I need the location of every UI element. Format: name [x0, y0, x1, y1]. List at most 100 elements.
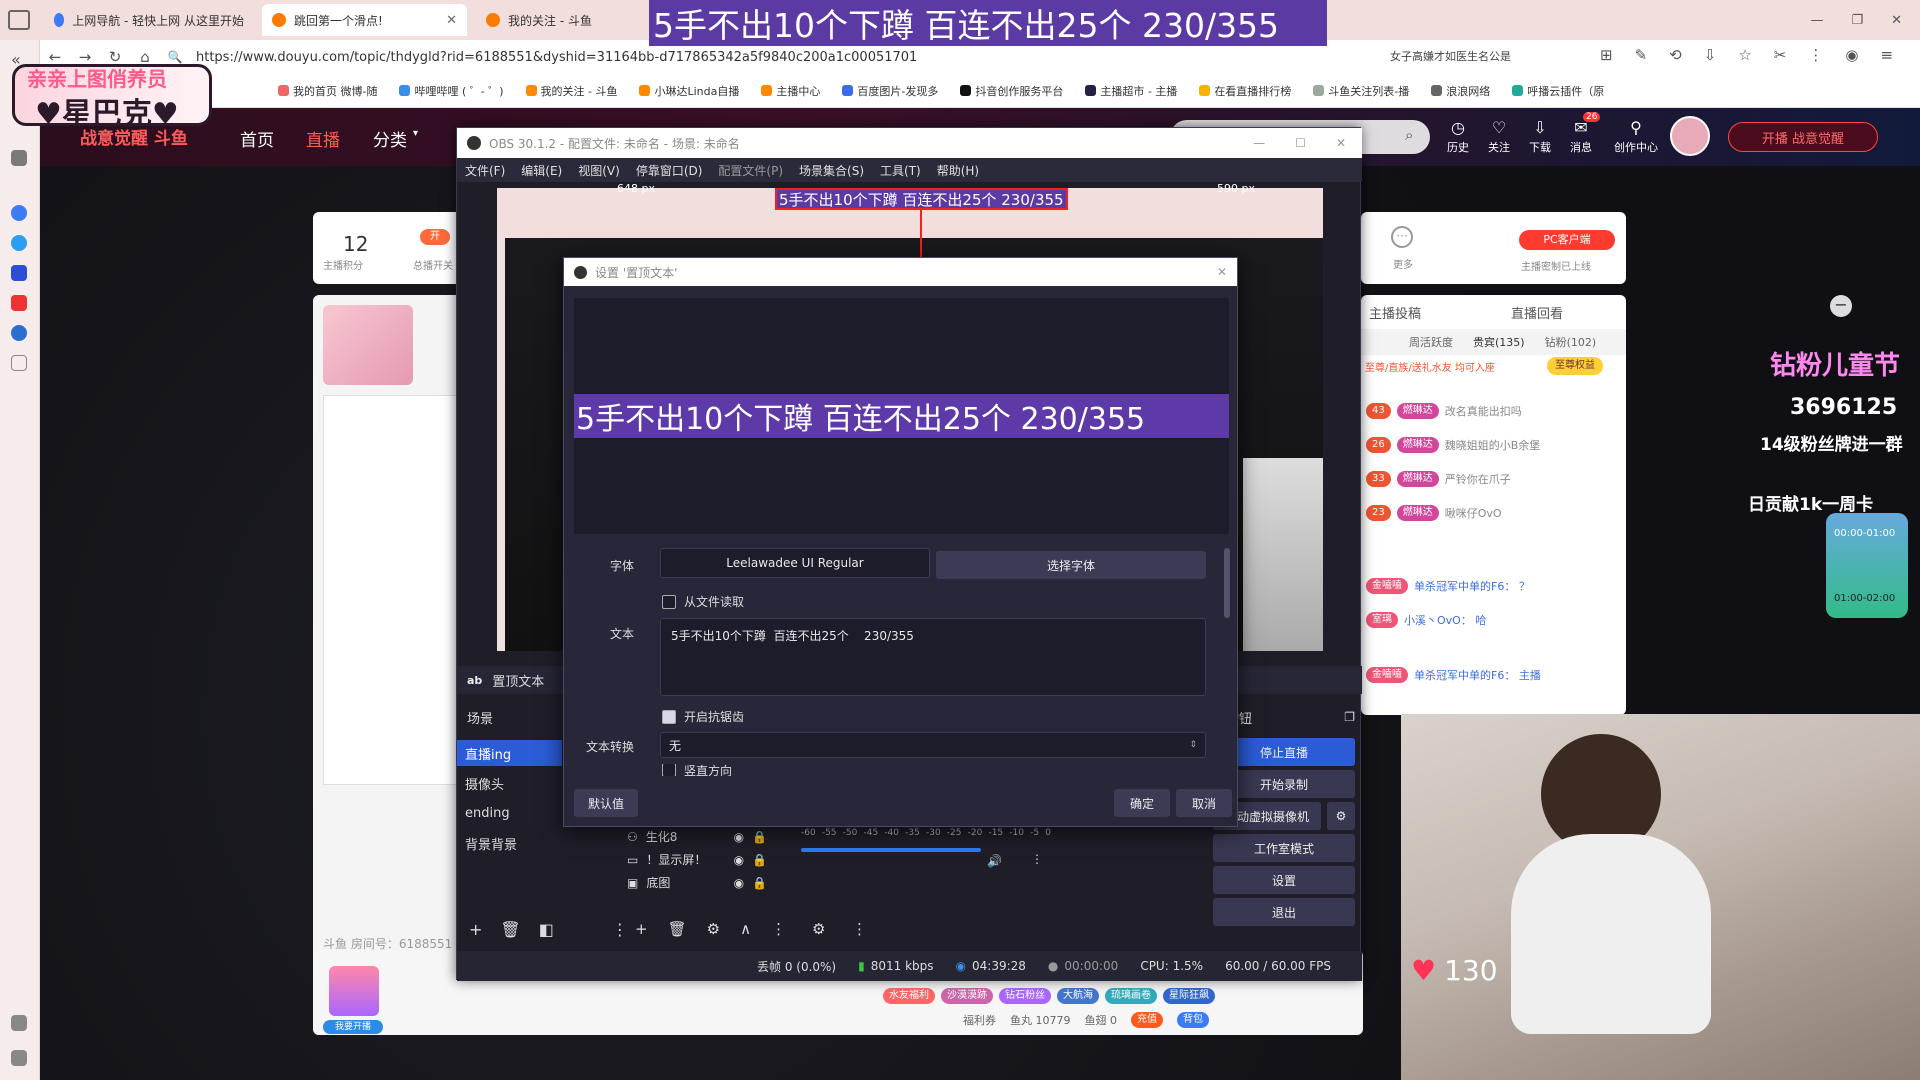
- sidebar-app-icon[interactable]: [11, 235, 27, 251]
- bookmark-item[interactable]: 呼播云插件（原: [1512, 83, 1604, 99]
- extension-icon[interactable]: ⊞: [1600, 46, 1613, 64]
- close-tab-icon[interactable]: ✕: [446, 13, 457, 28]
- obs-maximize-icon[interactable]: ☐: [1295, 136, 1306, 150]
- checkbox-checked[interactable]: [662, 709, 676, 724]
- visibility-icon[interactable]: ◉: [734, 853, 744, 867]
- promo-timer-card[interactable]: 00:00-01:00 01:00-02:00: [1826, 513, 1908, 618]
- studio-mode-button[interactable]: 工作室模式: [1213, 834, 1355, 862]
- more-icon[interactable]: ⋮: [1808, 46, 1823, 64]
- lock-icon[interactable]: 🔒: [752, 876, 767, 890]
- remove-source-icon[interactable]: 🗑: [668, 920, 687, 938]
- pc-client-button[interactable]: PC客户端: [1519, 230, 1615, 250]
- nav-category[interactable]: 分类: [373, 126, 407, 151]
- bookmark-item[interactable]: 抖音创作服务平台: [960, 83, 1063, 99]
- nav-home[interactable]: 首页: [240, 126, 274, 151]
- antialias-checkbox[interactable]: 开启抗锯齿: [662, 708, 744, 725]
- scene-filter-icon[interactable]: ◧: [539, 920, 554, 939]
- bookmark-item[interactable]: 我的关注 - 斗鱼: [525, 83, 617, 99]
- bookmark-item[interactable]: 哔哩哔哩 ( ゜- ゜): [399, 83, 504, 99]
- search-hint[interactable]: 女子高嫌才如医生名公是: [1390, 48, 1511, 64]
- virtual-camera-settings-icon[interactable]: ⚙: [1327, 802, 1355, 830]
- visibility-icon[interactable]: ◉: [734, 876, 744, 890]
- scene-item[interactable]: ending: [457, 800, 562, 826]
- gift-item[interactable]: 沙漠漠跡: [941, 988, 993, 1004]
- bookmark-item[interactable]: 百度图片-发现多: [842, 83, 938, 99]
- nav-live[interactable]: 直播: [306, 126, 340, 151]
- source-item[interactable]: ▣ 底图 ◉ 🔒: [627, 874, 767, 891]
- sidebar-add-icon[interactable]: [11, 355, 27, 371]
- header-follow[interactable]: ♡ 关注: [1481, 118, 1517, 155]
- from-file-checkbox[interactable]: 从文件读取: [662, 593, 744, 610]
- scene-item[interactable]: 摄像头: [457, 770, 562, 796]
- sidebar-paw-icon[interactable]: [11, 265, 27, 281]
- menu-view[interactable]: 视图(V): [578, 162, 620, 179]
- download-browser-icon[interactable]: ⇩: [1704, 46, 1717, 64]
- more-icon[interactable]: ···: [1391, 226, 1413, 248]
- coupon-label[interactable]: 福利券: [963, 1012, 996, 1028]
- sidebar-folder-icon[interactable]: [11, 150, 27, 166]
- sidebar-search-icon[interactable]: [11, 205, 27, 221]
- speaker-icon[interactable]: 🔊: [987, 854, 1002, 868]
- transform-select[interactable]: 无 ⇕: [660, 732, 1206, 758]
- menu-help[interactable]: 帮助(H): [937, 162, 979, 179]
- menu-file[interactable]: 文件(F): [465, 162, 505, 179]
- site-search-icon[interactable]: ⌕: [1405, 126, 1413, 144]
- rank-tab-diamond[interactable]: 钻粉(102): [1545, 334, 1597, 350]
- close-window-icon[interactable]: ✕: [1891, 13, 1902, 28]
- vertical-checkbox[interactable]: 竖直方向: [662, 764, 732, 776]
- rank-tab-vip[interactable]: 贵宾(135): [1473, 334, 1525, 350]
- source-item[interactable]: ▭ ！显示屏！ ◉ 🔒: [627, 851, 767, 868]
- recharge-button[interactable]: 充值: [1131, 1012, 1163, 1028]
- header-download[interactable]: ⇩ 下载: [1522, 118, 1558, 155]
- menu-scene-collection[interactable]: 场景集合(S): [799, 162, 864, 179]
- defaults-button[interactable]: 默认值: [574, 789, 638, 817]
- ok-button[interactable]: 确定: [1114, 789, 1170, 817]
- tab-follow[interactable]: 我的关注 - 斗鱼: [476, 4, 646, 36]
- gift-item[interactable]: 水友福利: [883, 988, 935, 1004]
- gift-item[interactable]: 琉璃画卷: [1105, 988, 1157, 1004]
- select-font-button[interactable]: 选择字体: [936, 551, 1206, 579]
- visibility-icon[interactable]: ◉: [734, 830, 744, 844]
- menu-tools[interactable]: 工具(T): [880, 162, 921, 179]
- add-scene-icon[interactable]: +: [469, 920, 482, 939]
- start-live-gift[interactable]: [329, 966, 379, 1016]
- mixer-settings-icon[interactable]: ⚙: [812, 920, 825, 938]
- cancel-button[interactable]: 取消: [1176, 789, 1232, 817]
- start-live-label[interactable]: 我要开播: [323, 1020, 383, 1034]
- sidebar-bag-icon[interactable]: [11, 1050, 27, 1066]
- bookmark-item[interactable]: 小琳达Linda自播: [639, 83, 739, 99]
- dialog-close-icon[interactable]: ✕: [1217, 265, 1237, 279]
- live-start-button[interactable]: 开播 战意觉醒: [1728, 122, 1878, 152]
- lock-icon[interactable]: 🔒: [752, 853, 767, 867]
- tab-douyu-active[interactable]: 跳回第一个滑点! ✕: [262, 4, 467, 36]
- gift-item[interactable]: 星际狂飙: [1163, 988, 1215, 1004]
- bookmark-item[interactable]: 在看直播排行榜: [1199, 83, 1291, 99]
- settings-button[interactable]: 设置: [1213, 866, 1355, 894]
- panel-tab-replay[interactable]: 直播回看: [1511, 303, 1563, 322]
- exit-button[interactable]: 退出: [1213, 898, 1355, 926]
- url-field[interactable]: https://www.douyu.com/topic/thdygld?rid=…: [196, 50, 917, 65]
- rank-tab-active[interactable]: 周活跃度: [1409, 334, 1453, 350]
- source-more-icon[interactable]: ⋮: [771, 920, 786, 938]
- text-input[interactable]: 5手不出10个下蹲 百连不出25个 230/355: [660, 618, 1206, 696]
- checkbox-unchecked[interactable]: [662, 764, 676, 776]
- rank-privilege-button[interactable]: 至尊权益: [1547, 357, 1603, 375]
- menu-docks[interactable]: 停靠窗口(D): [636, 162, 703, 179]
- bag-button[interactable]: 背包: [1177, 1012, 1209, 1028]
- menu-profile[interactable]: 配置文件(P): [718, 162, 783, 179]
- lock-icon[interactable]: 🔒: [752, 830, 767, 844]
- bookmark-item[interactable]: 主播超市 - 主播: [1085, 83, 1177, 99]
- sidebar-red-icon[interactable]: [11, 295, 27, 311]
- header-message[interactable]: ✉ 消息: [1563, 118, 1599, 155]
- favorite-icon[interactable]: ☆: [1738, 46, 1751, 64]
- menu-edit[interactable]: 编辑(E): [521, 162, 562, 179]
- header-history[interactable]: ◷ 历史: [1440, 118, 1476, 155]
- menu-icon[interactable]: ≡: [1880, 46, 1893, 64]
- tab-navigation[interactable]: 上网导航 - 轻快上网 从这里开始: [44, 4, 254, 36]
- collections-icon[interactable]: ✎: [1635, 46, 1648, 64]
- scene-more-icon[interactable]: ⋮: [612, 920, 628, 939]
- scissors-icon[interactable]: ✂: [1774, 46, 1787, 64]
- move-up-icon[interactable]: ∧: [740, 920, 751, 938]
- checkbox-unchecked[interactable]: [662, 594, 676, 609]
- gift-item[interactable]: 钻石粉丝: [999, 988, 1051, 1004]
